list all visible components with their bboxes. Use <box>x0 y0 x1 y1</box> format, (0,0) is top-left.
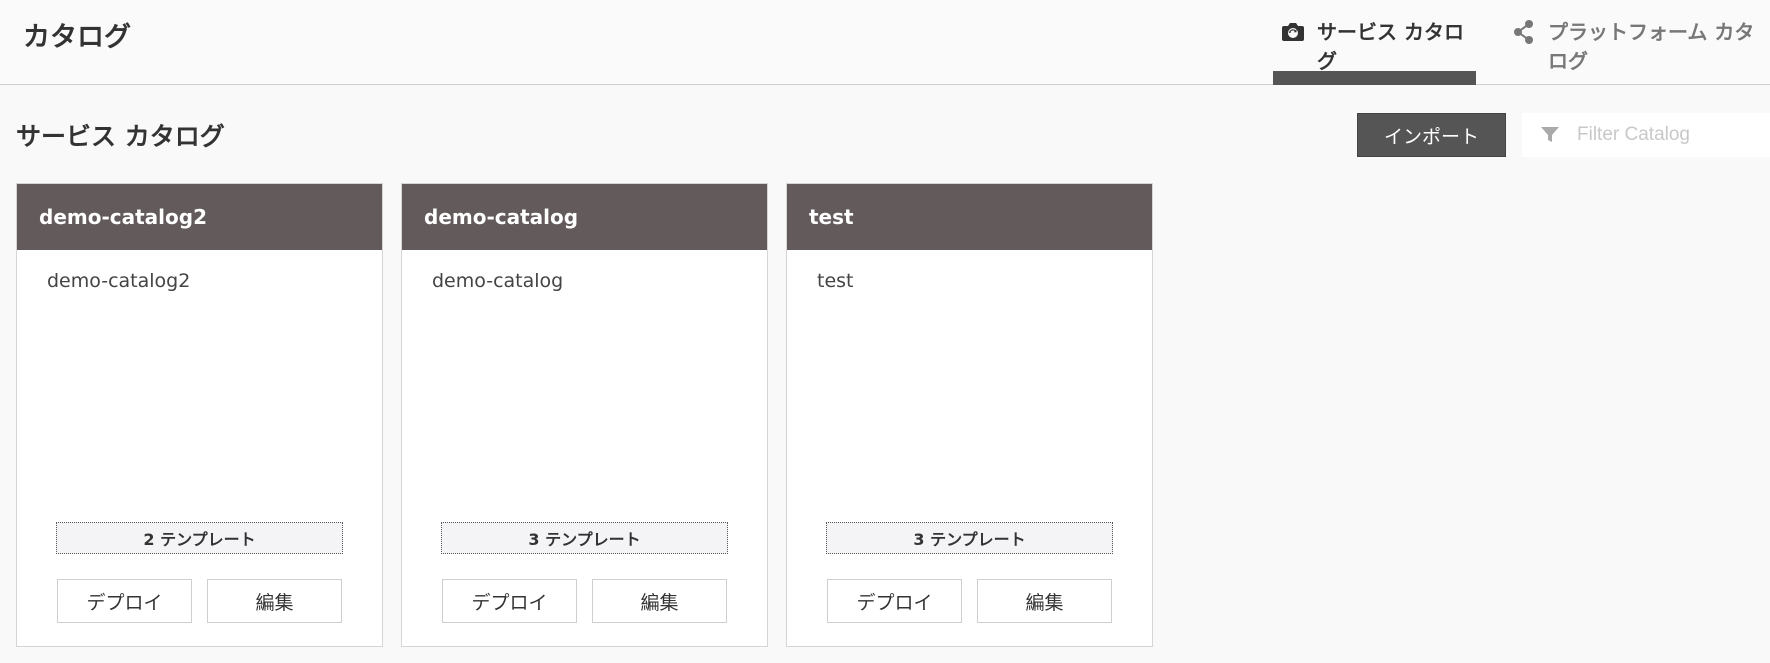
template-count-badge[interactable]: 2 テンプレート <box>56 522 343 554</box>
share-icon <box>1510 18 1538 46</box>
card-title: test <box>787 184 1152 250</box>
filter-icon <box>1539 124 1561 146</box>
edit-button[interactable]: 編集 <box>207 579 342 623</box>
page-title: サービス カタログ <box>16 122 225 151</box>
tab-platform-catalog-label: プラットフォーム カタログ <box>1548 20 1755 73</box>
import-button[interactable]: インポート <box>1357 113 1506 157</box>
filter-catalog-input[interactable] <box>1577 124 1757 146</box>
deploy-button[interactable]: デプロイ <box>57 579 192 623</box>
deploy-button[interactable]: デプロイ <box>827 579 962 623</box>
active-tab-indicator <box>1273 71 1476 85</box>
card-title: demo-catalog <box>402 184 767 250</box>
camera-icon <box>1279 18 1307 46</box>
tab-platform-catalog[interactable]: プラットフォーム カタログ <box>1510 0 1770 84</box>
card-description: demo-catalog2 <box>47 270 191 292</box>
card-title: demo-catalog2 <box>17 184 382 250</box>
template-count-badge[interactable]: 3 テンプレート <box>441 522 728 554</box>
edit-button[interactable]: 編集 <box>977 579 1112 623</box>
top-bar: カタログ サービス カタログ プラットフォーム カタログ <box>0 0 1770 85</box>
catalog-card: test test 3 テンプレート デプロイ 編集 <box>786 183 1153 647</box>
tab-service-catalog-label: サービス カタログ <box>1317 20 1464 73</box>
catalog-card: demo-catalog demo-catalog 3 テンプレート デプロイ … <box>401 183 768 647</box>
deploy-button[interactable]: デプロイ <box>442 579 577 623</box>
template-count-badge[interactable]: 3 テンプレート <box>826 522 1113 554</box>
card-description: demo-catalog <box>432 270 564 292</box>
catalog-card: demo-catalog2 demo-catalog2 2 テンプレート デプロ… <box>16 183 383 647</box>
filter-box[interactable] <box>1522 113 1770 157</box>
app-title: カタログ <box>23 22 131 53</box>
edit-button[interactable]: 編集 <box>592 579 727 623</box>
tab-service-catalog[interactable]: サービス カタログ <box>1273 0 1476 85</box>
card-description: test <box>817 270 854 292</box>
